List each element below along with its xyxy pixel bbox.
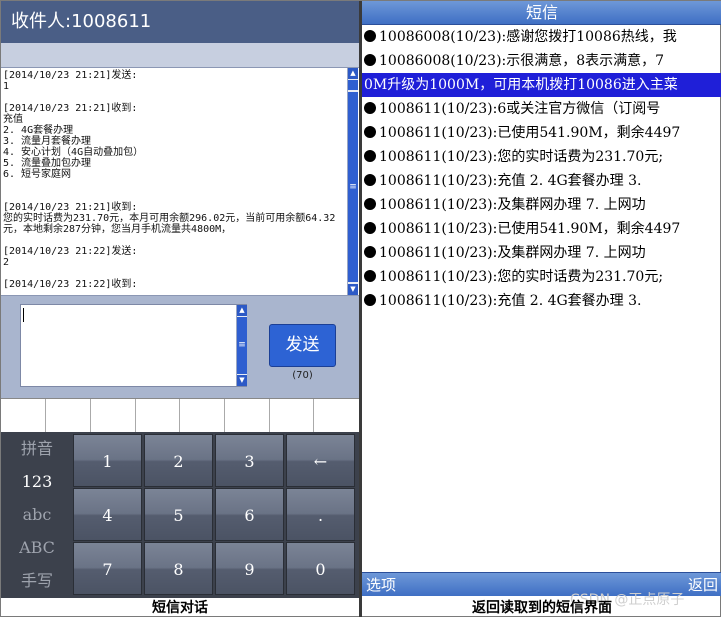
text-caret: [23, 308, 24, 322]
bullet-icon: [364, 246, 376, 258]
key-9[interactable]: 9: [215, 542, 284, 595]
back-softkey[interactable]: 返回: [688, 573, 718, 597]
options-softkey[interactable]: 选项: [366, 573, 396, 597]
candidate-slot[interactable]: [180, 399, 225, 433]
backspace-key[interactable]: ←: [286, 434, 355, 487]
sms-list-panel: 短信 10086008(10/23):感谢您拨打10086热线，我 1008600…: [362, 1, 721, 617]
message-item[interactable]: 1008611(10/23):6或关注官方微信（订阅号: [362, 97, 721, 121]
message-text: 10086008(10/23):感谢您拨打10086热线，我: [379, 29, 677, 45]
key-0[interactable]: 0: [286, 542, 355, 595]
bullet-icon: [364, 150, 376, 162]
bullet-icon: [364, 102, 376, 114]
candidate-slot[interactable]: [136, 399, 180, 433]
message-item[interactable]: 10086008(10/23):感谢您拨打10086热线，我: [362, 25, 721, 49]
bullet-icon: [364, 174, 376, 186]
bullet-icon: [364, 30, 376, 42]
sms-conversation-panel: 收件人:1008611 [2014/10/23 21:21]发送: 1 [201…: [1, 1, 359, 617]
key-2[interactable]: 2: [144, 434, 213, 487]
input-scroll-up-icon[interactable]: ▲: [237, 305, 247, 316]
message-list[interactable]: 10086008(10/23):感谢您拨打10086热线，我 10086008(1…: [362, 25, 721, 313]
message-text: 1008611(10/23):6或关注官方微信（订阅号: [379, 101, 661, 117]
screenshot-root: 收件人:1008611 [2014/10/23 21:21]发送: 1 [201…: [0, 0, 721, 617]
candidate-slot[interactable]: [314, 399, 359, 433]
recipient-header: 收件人:1008611: [1, 1, 359, 43]
scroll-mini-thumb[interactable]: [348, 80, 358, 90]
input-scroll-thumb[interactable]: ≡: [237, 317, 247, 374]
scroll-up-icon[interactable]: ▲: [348, 68, 358, 79]
scroll-down-icon[interactable]: ▼: [348, 284, 358, 295]
message-text: 1008611(10/23):充值 2. 4G套餐办理 3.: [379, 173, 642, 189]
message-text: 1008611(10/23):您的实时话费为231.70元;: [379, 149, 664, 165]
bullet-icon: [364, 270, 376, 282]
candidate-bar: [1, 398, 359, 433]
candidate-slot[interactable]: [225, 399, 270, 433]
message-item[interactable]: 1008611(10/23):您的实时话费为231.70元;: [362, 265, 721, 289]
key-7[interactable]: 7: [73, 542, 142, 595]
candidate-slot[interactable]: [1, 399, 46, 433]
keyboard: 拼音 123 abc ABC 手写 1 2 3 ← 4 5 6 . 7 8 9 …: [1, 432, 359, 598]
candidate-slot[interactable]: [91, 399, 136, 433]
mode-abc[interactable]: abc: [1, 498, 73, 531]
message-item[interactable]: 1008611(10/23):及集群网办理 7. 上网功: [362, 241, 721, 265]
bullet-icon: [364, 222, 376, 234]
message-text: 10086008(10/23):示很满意，8表示满意，7: [379, 53, 665, 69]
input-scrollbar[interactable]: ▲ ≡ ▼: [236, 305, 247, 386]
bullet-icon: [364, 54, 376, 66]
message-item[interactable]: 1008611(10/23):已使用541.90M，剩余4497: [362, 121, 721, 145]
message-item[interactable]: 1008611(10/23):及集群网办理 7. 上网功: [362, 193, 721, 217]
message-text: 1008611(10/23):充值 2. 4G套餐办理 3.: [379, 293, 642, 309]
message-text: 1008611(10/23):已使用541.90M，剩余4497: [379, 125, 681, 141]
message-text: 0M升级为1000M，可用本机拨打10086进入主菜: [364, 77, 678, 93]
key-8[interactable]: 8: [144, 542, 213, 595]
message-item[interactable]: 0M升级为1000M，可用本机拨打10086进入主菜: [362, 73, 721, 97]
send-button[interactable]: 发送: [269, 324, 336, 367]
candidate-slot[interactable]: [270, 399, 314, 433]
key-5[interactable]: 5: [144, 488, 213, 541]
message-text: 1008611(10/23):及集群网办理 7. 上网功: [379, 245, 646, 261]
candidate-slot[interactable]: [46, 399, 91, 433]
mode-handwriting[interactable]: 手写: [1, 564, 73, 597]
message-item[interactable]: 10086008(10/23):示很满意，8表示满意，7: [362, 49, 721, 73]
message-item[interactable]: 1008611(10/23):您的实时话费为231.70元;: [362, 145, 721, 169]
conversation-text: [2014/10/23 21:21]发送: 1 [2014/10/23 21:2…: [3, 70, 336, 290]
input-scroll-down-icon[interactable]: ▼: [237, 375, 247, 386]
message-input[interactable]: ▲ ≡ ▼: [20, 304, 247, 387]
message-item[interactable]: 1008611(10/23):充值 2. 4G套餐办理 3.: [362, 169, 721, 193]
scroll-thumb[interactable]: ≡: [348, 92, 358, 282]
right-caption: 返回读取到的短信界面: [472, 600, 612, 616]
bullet-icon: [364, 198, 376, 210]
sms-list-title: 短信: [362, 1, 721, 25]
message-item[interactable]: 1008611(10/23):已使用541.90M，剩余4497: [362, 217, 721, 241]
key-3[interactable]: 3: [215, 434, 284, 487]
key-dot[interactable]: .: [286, 488, 355, 541]
message-text: 1008611(10/23):及集群网办理 7. 上网功: [379, 197, 646, 213]
key-4[interactable]: 4: [73, 488, 142, 541]
key-1[interactable]: 1: [73, 434, 142, 487]
compose-area: ▲ ≡ ▼ 发送 (70): [1, 296, 359, 398]
header-strip: [1, 43, 359, 67]
message-text: 1008611(10/23):您的实时话费为231.70元;: [379, 269, 664, 285]
bullet-icon: [364, 294, 376, 306]
key-6[interactable]: 6: [215, 488, 284, 541]
conversation-history[interactable]: [2014/10/23 21:21]发送: 1 [2014/10/23 21:2…: [1, 67, 359, 296]
mode-123[interactable]: 123: [1, 465, 73, 498]
left-caption: 短信对话: [152, 600, 208, 616]
bullet-icon: [364, 126, 376, 138]
message-item[interactable]: 1008611(10/23):充值 2. 4G套餐办理 3.: [362, 289, 721, 313]
mode-pinyin[interactable]: 拼音: [1, 432, 73, 465]
char-count: (70): [292, 370, 313, 381]
conversation-scrollbar[interactable]: ▲ ≡ ▼: [347, 68, 358, 295]
mode-ABC[interactable]: ABC: [1, 531, 73, 564]
message-text: 1008611(10/23):已使用541.90M，剩余4497: [379, 221, 681, 237]
